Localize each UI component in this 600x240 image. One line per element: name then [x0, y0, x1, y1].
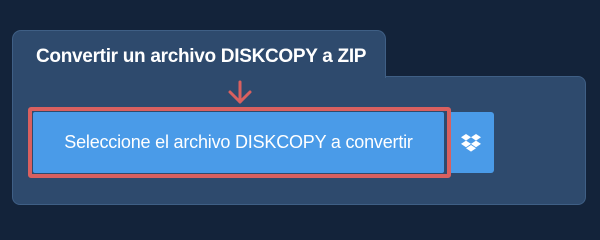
select-file-label: Seleccione el archivo DISKCOPY a convert…	[64, 132, 413, 152]
tab-panel-join	[13, 75, 385, 78]
arrow-down-icon	[228, 80, 252, 104]
panel-title: Convertir un archivo DISKCOPY a ZIP	[36, 46, 367, 67]
dropbox-button[interactable]	[448, 112, 494, 173]
panel-title-tab: Convertir un archivo DISKCOPY a ZIP	[12, 30, 386, 78]
dropbox-icon	[461, 133, 481, 152]
select-file-button[interactable]: Seleccione el archivo DISKCOPY a convert…	[33, 112, 444, 173]
